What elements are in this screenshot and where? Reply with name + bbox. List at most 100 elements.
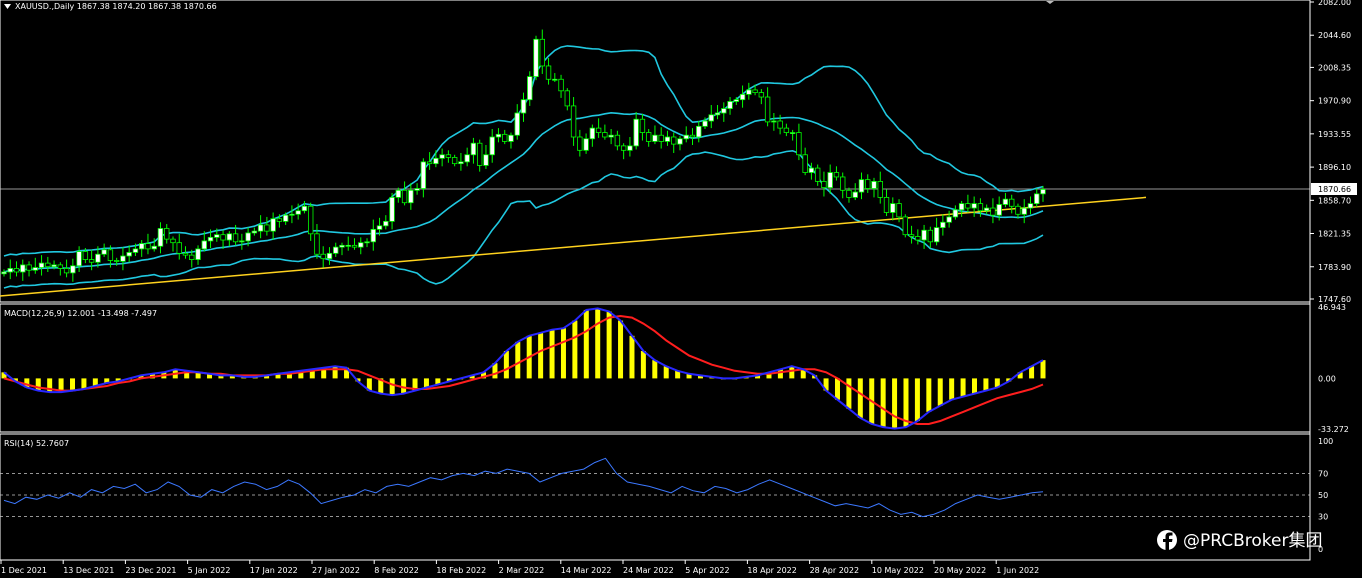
candle [502, 129, 508, 145]
bb-middle [3, 111, 1044, 273]
candle [796, 123, 802, 161]
candle [1021, 199, 1027, 224]
candle [13, 261, 20, 277]
macd-histogram-bar [789, 366, 795, 379]
time-tick-label: 24 Mar 2022 [623, 566, 674, 575]
candle [840, 172, 846, 199]
candle [1015, 203, 1021, 219]
candle [877, 171, 883, 204]
candle [320, 246, 326, 268]
macd-histogram-bar [983, 378, 989, 391]
price-tick-label: 1858.70 [1318, 196, 1351, 205]
macd-histogram-bar [538, 332, 544, 379]
macd-histogram-bar [926, 378, 932, 412]
candle [339, 242, 345, 256]
candle [527, 71, 533, 106]
macd-tick-label: 0.00 [1318, 374, 1336, 383]
candle [965, 194, 971, 213]
rsi-tick-label: 30 [1318, 513, 1328, 522]
candle [1009, 194, 1015, 214]
candle [1, 269, 7, 277]
macd-histogram-bar [629, 335, 635, 379]
candle [63, 259, 70, 278]
candle [389, 192, 395, 230]
macd-histogram-bar [81, 378, 87, 390]
candle [971, 196, 977, 217]
scroll-arrow-icon[interactable] [1046, 1, 1054, 4]
candle [458, 152, 464, 171]
candle [88, 249, 95, 271]
candle [633, 112, 639, 150]
candle [833, 166, 840, 181]
candle [157, 222, 164, 254]
candle [564, 88, 571, 111]
time-tick-label: 23 Dec 2021 [125, 566, 176, 575]
facebook-icon [1157, 530, 1177, 550]
candle [7, 259, 13, 280]
candle [120, 247, 126, 271]
candle [652, 125, 658, 145]
candle [658, 127, 664, 149]
candle [326, 247, 333, 265]
time-tick-label: 28 Apr 2022 [810, 566, 859, 575]
candle [708, 105, 714, 129]
candle [420, 158, 427, 198]
time-tick-label: 5 Apr 2022 [685, 566, 729, 575]
candle [746, 82, 752, 100]
candle [570, 97, 577, 146]
candle [164, 224, 170, 244]
candle [470, 137, 477, 164]
candle [890, 197, 896, 221]
candle [489, 129, 495, 163]
macd-histogram-bar [857, 378, 863, 418]
candle [552, 73, 558, 82]
macd-histogram-bar [663, 366, 669, 379]
watermark-text: @PRCBroker集团 [1183, 531, 1322, 551]
time-tick-label: 1 Jun 2022 [996, 566, 1039, 575]
candle [608, 129, 614, 145]
candle [26, 261, 32, 277]
symbol-dropdown-icon[interactable] [4, 4, 11, 9]
time-tick-label: 13 Dec 2021 [63, 566, 114, 575]
candle [952, 205, 959, 220]
macd-histogram-bar [332, 366, 338, 379]
candle [395, 187, 402, 203]
time-tick-label: 2 Mar 2022 [499, 566, 545, 575]
candle [351, 238, 358, 250]
candle [333, 242, 339, 257]
candle [414, 183, 420, 195]
macd-histogram-bar [595, 308, 601, 379]
time-tick-label: 27 Jan 2022 [312, 566, 360, 575]
macd-histogram-bar [618, 320, 624, 379]
candle [408, 183, 414, 210]
macd-histogram-bar [652, 360, 658, 379]
candle [514, 104, 520, 140]
candle [639, 113, 646, 141]
candle [20, 259, 26, 281]
candle [883, 189, 890, 217]
macd-panel[interactable]: MACD(12,26,9) 12.001 -13.498 -7.497 [0, 303, 1311, 433]
time-tick-label: 5 Jan 2022 [188, 566, 231, 575]
rsi-tick-label: 100 [1318, 437, 1333, 446]
time-tick-label: 8 Feb 2022 [374, 566, 419, 575]
candle [226, 231, 233, 247]
candle [257, 215, 264, 239]
candle [683, 126, 689, 143]
candle [577, 129, 583, 157]
candle [645, 129, 652, 147]
rsi-tick-label: 50 [1318, 491, 1328, 500]
price-panel[interactable]: XAUUSD.,Daily 1867.38 1874.20 1867.38 18… [0, 0, 1311, 303]
candle [126, 245, 132, 263]
time-axis: 1 Dec 2021 13 Dec 2021 23 Dec 2021 5 Jan 20… [0, 560, 1039, 575]
candle [721, 102, 727, 122]
candle [589, 124, 596, 147]
candle [445, 150, 452, 163]
rsi-plot [0, 457, 1310, 518]
candle [145, 233, 151, 255]
candle [1027, 196, 1034, 215]
candle [990, 198, 996, 224]
price-tick-label: 1783.90 [1318, 263, 1351, 272]
macd-histogram-bar [846, 378, 852, 409]
rsi-panel[interactable]: RSI(14) 52.7607 [0, 433, 1311, 561]
price-tick-label: 2082.00 [1318, 0, 1351, 7]
